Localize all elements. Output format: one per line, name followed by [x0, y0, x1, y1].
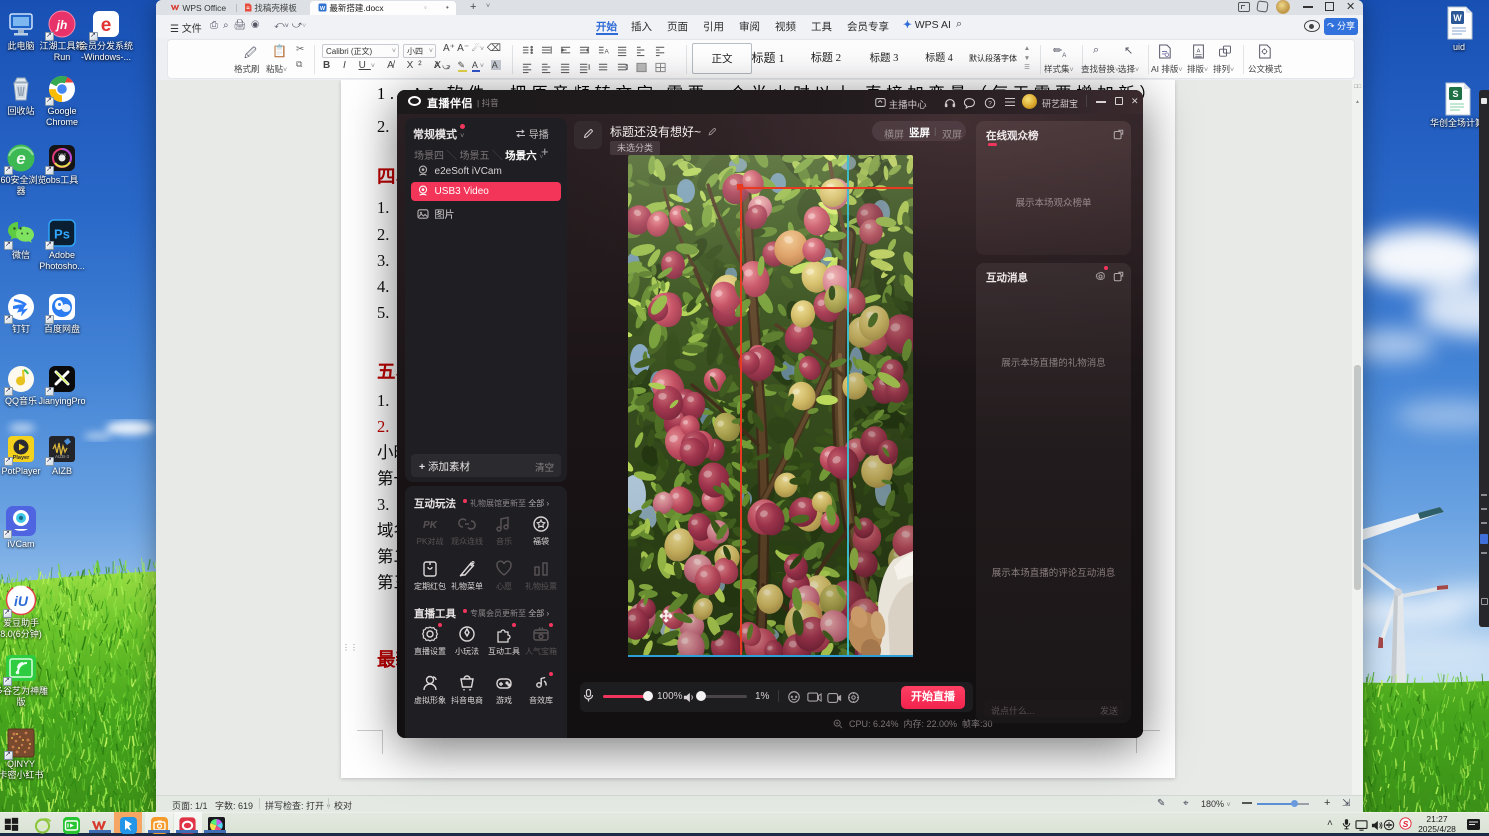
svg-text:S: S	[1403, 819, 1409, 829]
svg-text:OBS: OBS	[58, 152, 67, 157]
svg-text:?: ?	[988, 100, 992, 107]
svg-text:e: e	[101, 15, 112, 36]
svg-text:Ps: Ps	[54, 227, 70, 242]
svg-text:Player: Player	[13, 455, 30, 461]
svg-text:W: W	[320, 6, 326, 12]
svg-text:e: e	[16, 149, 25, 168]
svg-text:A: A	[1197, 48, 1201, 54]
svg-text:AIZB-3: AIZB-3	[55, 454, 70, 459]
svg-text:iU: iU	[14, 593, 29, 609]
svg-text:jh: jh	[55, 18, 68, 32]
svg-text:PK: PK	[423, 520, 438, 531]
svg-text:A: A	[604, 49, 609, 56]
svg-text:W: W	[1453, 13, 1462, 23]
svg-text:S: S	[1452, 89, 1458, 99]
